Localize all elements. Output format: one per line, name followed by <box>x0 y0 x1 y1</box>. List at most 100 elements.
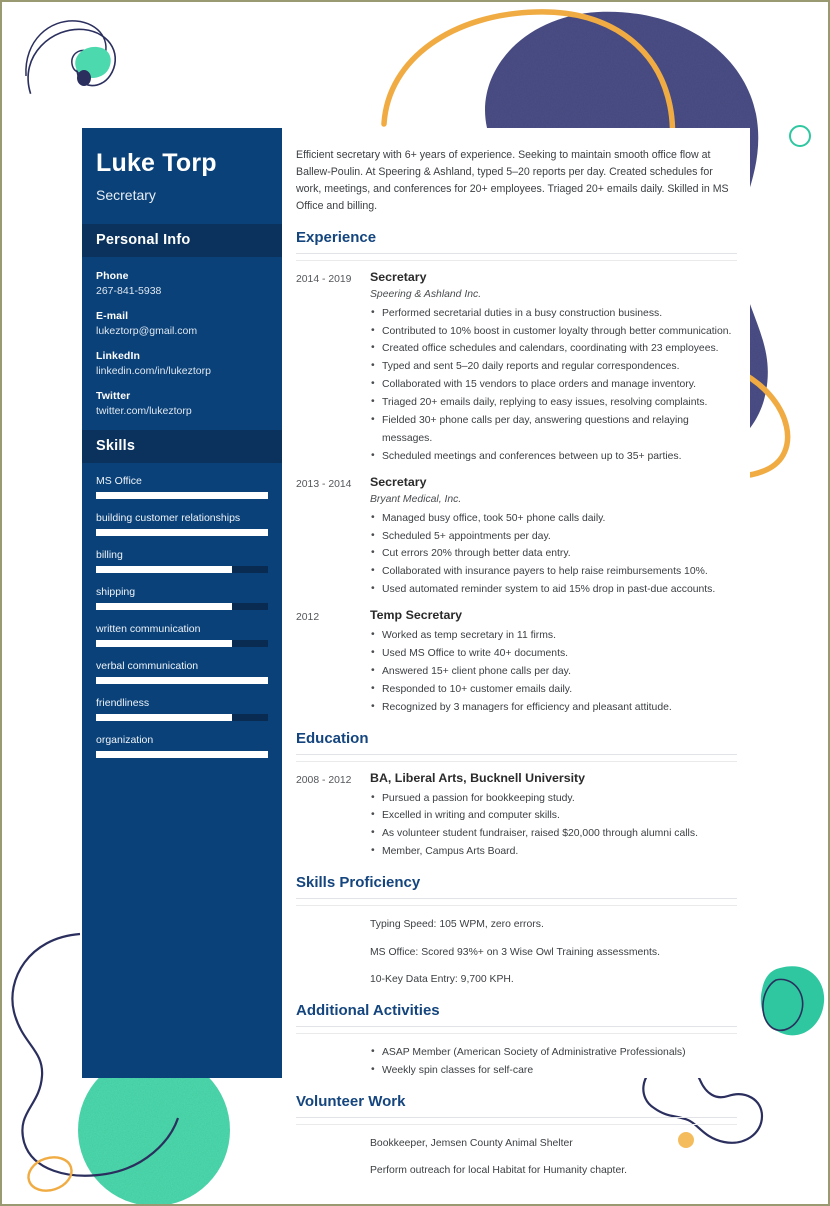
resume-page: Luke Torp Secretary Personal Info Phone 2… <box>0 0 830 1206</box>
skills-proficiency-line: MS Office: Scored 93%+ on 3 Wise Owl Tra… <box>370 946 660 958</box>
additional-activities-section: Additional Activities ASAP Member (Ameri… <box>296 1002 737 1080</box>
experience-entry: 2013 - 2014 Secretary Bryant Medical, Inc.… <box>296 475 737 599</box>
volunteer-work-line: Bookkeeper, Jemsen County Animal Shelter <box>370 1137 573 1149</box>
skill-level-bar <box>96 528 268 536</box>
skill-label: MS Office <box>96 474 142 487</box>
bullet-item: Triaged 20+ emails daily, replying to ea… <box>370 393 737 412</box>
experience-section: Experience 2014 - 2019 Secretary Speering … <box>296 229 737 717</box>
resume-card: Luke Torp Secretary Personal Info Phone 2… <box>82 128 750 1176</box>
personal-info-item: E-mail lukeztorp@gmail.com <box>96 310 268 337</box>
bullet-item: Scheduled meetings and conferences betwe… <box>370 447 737 466</box>
skills-proficiency-heading: Skills Proficiency <box>296 874 737 900</box>
skill-item: written communication <box>96 623 268 647</box>
personal-info-item: Twitter twitter.com/lukeztorp <box>96 390 268 417</box>
resume-sidebar: Luke Torp Secretary Personal Info Phone 2… <box>82 128 282 1078</box>
entry-date-range: 2012 <box>296 612 320 624</box>
skill-level-bar <box>96 602 268 610</box>
professional-summary: Efficient secretary with 6+ years of exp… <box>296 149 729 213</box>
bullet-item: Member, Campus Arts Board. <box>370 842 737 861</box>
bullet-item: As volunteer student fundraiser, raised … <box>370 824 737 843</box>
education-heading: Education <box>296 730 737 755</box>
bullet-item: Managed busy office, took 50+ phone call… <box>370 509 737 528</box>
personal-info-value: 267-841-5938 <box>96 284 162 297</box>
skills-proficiency-line: Typing Speed: 105 WPM, zero errors. <box>370 919 544 931</box>
entry-body: Temp Secretary Worked as temp secretary i… <box>370 608 737 716</box>
bullet-list: Pursued a passion for bookkeeping study.… <box>370 789 737 862</box>
skill-level-fill <box>96 713 232 721</box>
section-divider <box>296 1027 737 1035</box>
skill-item: building customer relationships <box>96 512 268 536</box>
bullet-item: Recognized by 3 managers for efficiency … <box>370 698 737 717</box>
bullet-item: ASAP Member (American Society of Adminis… <box>370 1043 737 1062</box>
skill-level-bar <box>96 565 268 573</box>
skill-level-bar <box>96 750 268 758</box>
bullet-item: Weekly spin classes for self-care <box>370 1061 737 1080</box>
bullet-list: Worked as temp secretary in 11 firms.Use… <box>370 626 737 717</box>
skill-item: friendliness <box>96 697 268 721</box>
entry-company: Bryant Medical, Inc. <box>370 493 462 505</box>
skill-item: organization <box>96 734 268 758</box>
section-divider <box>296 254 737 261</box>
experience-entry: 2014 - 2019 Secretary Speering & Ashland I… <box>296 270 737 466</box>
personal-info-label: Twitter <box>96 389 131 402</box>
candidate-name: Luke Torp <box>96 149 217 177</box>
additional-activities-heading: Additional Activities <box>296 1002 737 1028</box>
skill-item: billing <box>96 549 268 573</box>
section-divider <box>296 899 737 907</box>
skill-level-fill <box>96 750 268 758</box>
bullet-item: Collaborated with 15 vendors to place or… <box>370 375 737 394</box>
entry-company: Speering & Ashland Inc. <box>370 288 482 300</box>
skill-level-fill <box>96 528 268 536</box>
personal-info-value: linkedin.com/in/lukeztorp <box>96 364 211 377</box>
skill-label: friendliness <box>96 696 150 709</box>
experience-entry: 2012 Temp Secretary Worked as temp secreta… <box>296 608 737 716</box>
section-divider <box>296 755 737 762</box>
bullet-item: Responded to 10+ customer emails daily. <box>370 680 737 699</box>
bullet-item: Created office schedules and calendars, … <box>370 339 737 358</box>
skills-list: MS Office building customer relationships… <box>82 463 282 758</box>
skill-level-fill <box>96 639 232 647</box>
entry-degree: BA, Liberal Arts, Bucknell University <box>370 770 586 785</box>
bullet-item: Contributed to 10% boost in customer loy… <box>370 322 737 341</box>
experience-entries: 2014 - 2019 Secretary Speering & Ashland I… <box>296 270 737 717</box>
bullet-item: Pursued a passion for bookkeeping study. <box>370 789 737 808</box>
section-divider <box>296 1118 737 1125</box>
decor-teal-circle-right <box>789 125 811 147</box>
personal-info-heading: Personal Info <box>82 223 282 257</box>
personal-info-value: twitter.com/lukeztorp <box>96 404 192 417</box>
entry-date-range: 2008 - 2012 <box>296 774 352 786</box>
bullet-item: Used MS Office to write 40+ documents. <box>370 644 737 663</box>
volunteer-work-section: Volunteer Work Bookkeeper, Jemsen County… <box>296 1093 737 1180</box>
entry-body: Secretary Speering & Ashland Inc. Performe… <box>370 270 737 466</box>
experience-heading: Experience <box>296 229 737 254</box>
entry-date-range: 2014 - 2019 <box>296 273 352 285</box>
skill-level-bar <box>96 713 268 721</box>
skill-label: building customer relationships <box>96 511 241 524</box>
education-entry: 2008 - 2012 BA, Liberal Arts, Bucknell Un… <box>296 771 737 862</box>
bullet-item: Used automated reminder system to aid 15… <box>370 580 737 599</box>
skill-level-fill <box>96 491 268 499</box>
volunteer-work-heading: Volunteer Work <box>296 1093 737 1118</box>
education-section: Education 2008 - 2012 BA, Liberal Arts, B… <box>296 730 737 862</box>
personal-info-item: LinkedIn linkedin.com/in/lukeztorp <box>96 350 268 377</box>
skills-proficiency-lines: Typing Speed: 105 WPM, zero errors. MS Of… <box>296 906 737 989</box>
additional-activities-body: ASAP Member (American Society of Adminis… <box>296 1034 737 1080</box>
volunteer-work-lines: Bookkeeper, Jemsen County Animal Shelter… <box>296 1125 737 1180</box>
personal-info-label: E-mail <box>96 309 129 322</box>
personal-info-label: LinkedIn <box>96 349 140 362</box>
bullet-item: Worked as temp secretary in 11 firms. <box>370 626 737 645</box>
entry-job-title: Secretary <box>370 474 427 489</box>
skill-item: MS Office <box>96 475 268 499</box>
personal-info-label: Phone <box>96 269 129 282</box>
skills-heading: Skills <box>82 429 282 463</box>
skill-label: billing <box>96 548 123 561</box>
bullet-list: Performed secretarial duties in a busy c… <box>370 304 737 466</box>
bullet-item: Excelled in writing and computer skills. <box>370 806 737 825</box>
skill-level-bar <box>96 639 268 647</box>
sidebar-header: Luke Torp Secretary <box>82 128 282 224</box>
skill-label: written communication <box>96 622 201 635</box>
entry-job-title: Temp Secretary <box>370 608 463 623</box>
personal-info-value: lukeztorp@gmail.com <box>96 324 198 337</box>
skill-label: organization <box>96 733 154 746</box>
candidate-job-title: Secretary <box>96 186 156 203</box>
